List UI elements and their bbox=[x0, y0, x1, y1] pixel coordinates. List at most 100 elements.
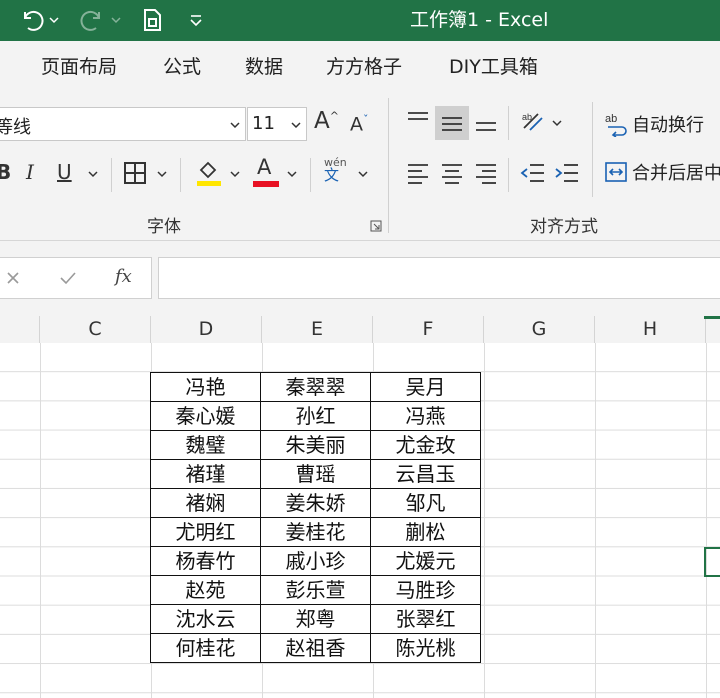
cell-f[interactable]: 陈光桃 bbox=[370, 633, 481, 663]
wrap-text-button[interactable]: ab 自动换行 bbox=[604, 110, 704, 138]
table-row: 褚娴 姜朱娇 邹凡 bbox=[150, 488, 481, 518]
cell-d[interactable]: 褚瑾 bbox=[150, 459, 261, 489]
cell-e[interactable]: 郑粤 bbox=[260, 604, 371, 634]
cell-f[interactable]: 尤媛元 bbox=[370, 546, 481, 576]
separator bbox=[111, 158, 112, 192]
tab-fangfang-gezi[interactable]: 方方格子 bbox=[326, 52, 402, 79]
cell-e[interactable]: 姜桂花 bbox=[260, 517, 371, 547]
customize-quick-access-button[interactable] bbox=[188, 6, 204, 34]
column-header-g[interactable]: G bbox=[484, 316, 595, 343]
merge-center-label: 合并后居中 bbox=[632, 163, 720, 184]
grid-line bbox=[595, 343, 596, 698]
table-row: 沈水云 郑粤 张翠红 bbox=[150, 604, 481, 634]
table-row: 魏璧 朱美丽 尤金玫 bbox=[150, 430, 481, 460]
column-header-h[interactable]: H bbox=[595, 316, 706, 343]
cell-f[interactable]: 冯燕 bbox=[370, 401, 481, 431]
cell-e[interactable]: 孙红 bbox=[260, 401, 371, 431]
align-center-icon[interactable] bbox=[440, 162, 464, 184]
active-cell-outline[interactable] bbox=[704, 547, 720, 577]
align-top-icon[interactable] bbox=[406, 110, 430, 130]
borders-icon[interactable] bbox=[123, 161, 147, 185]
separator bbox=[508, 106, 509, 140]
cell-d[interactable]: 何桂花 bbox=[150, 633, 261, 663]
selection-indicator bbox=[704, 316, 720, 319]
chevron-down-icon[interactable] bbox=[551, 117, 563, 129]
font-name-select[interactable]: 等线 bbox=[0, 107, 246, 141]
chevron-down-icon[interactable] bbox=[286, 168, 298, 180]
column-header-f[interactable]: F bbox=[373, 316, 484, 343]
font-size-select[interactable]: 11 bbox=[247, 107, 307, 141]
cell-d[interactable]: 沈水云 bbox=[150, 604, 261, 634]
insert-function-button[interactable]: fx bbox=[115, 266, 132, 287]
decrease-indent-icon[interactable] bbox=[520, 162, 546, 184]
cell-e[interactable]: 朱美丽 bbox=[260, 430, 371, 460]
cell-f[interactable]: 张翠红 bbox=[370, 604, 481, 634]
cell-f[interactable]: 马胜珍 bbox=[370, 575, 481, 605]
cell-e[interactable]: 戚小珍 bbox=[260, 546, 371, 576]
cell-e[interactable]: 姜朱娇 bbox=[260, 488, 371, 518]
orientation-icon[interactable]: ab bbox=[520, 110, 546, 134]
merge-center-button[interactable]: 合并后居中 bbox=[604, 158, 720, 186]
cell-f[interactable]: 尤金玫 bbox=[370, 430, 481, 460]
table-row: 何桂花 赵祖香 陈光桃 bbox=[150, 633, 481, 663]
chevron-down-icon[interactable] bbox=[357, 168, 369, 180]
underline-button[interactable]: U bbox=[57, 162, 72, 182]
table-row: 杨春竹 戚小珍 尤媛元 bbox=[150, 546, 481, 576]
dialog-launcher-icon[interactable] bbox=[370, 220, 382, 232]
separator bbox=[310, 158, 311, 192]
tab-page-layout[interactable]: 页面布局 bbox=[41, 52, 117, 79]
cell-f[interactable]: 邹凡 bbox=[370, 488, 481, 518]
align-bottom-icon[interactable] bbox=[474, 114, 498, 134]
chevron-down-icon bbox=[291, 122, 301, 129]
fill-color-icon[interactable] bbox=[196, 158, 222, 188]
cell-e[interactable]: 赵祖香 bbox=[260, 633, 371, 663]
cell-d[interactable]: 秦心媛 bbox=[150, 401, 261, 431]
cell-d[interactable]: 赵苑 bbox=[150, 575, 261, 605]
wrap-text-label: 自动换行 bbox=[632, 115, 704, 136]
column-header-c[interactable]: C bbox=[40, 316, 151, 343]
cell-f[interactable]: 云昌玉 bbox=[370, 459, 481, 489]
bold-button[interactable]: B bbox=[0, 162, 11, 182]
cancel-icon[interactable] bbox=[5, 270, 21, 286]
increase-indent-icon[interactable] bbox=[554, 162, 580, 184]
print-preview-button[interactable] bbox=[140, 6, 166, 34]
chevron-down-icon[interactable] bbox=[87, 168, 99, 180]
align-right-icon[interactable] bbox=[474, 162, 498, 184]
align-left-icon[interactable] bbox=[406, 162, 430, 184]
phonetic-icon[interactable]: wén 文 bbox=[324, 157, 347, 183]
chevron-down-icon[interactable] bbox=[156, 168, 168, 180]
redo-icon bbox=[80, 10, 100, 31]
cell-e[interactable]: 秦翠翠 bbox=[260, 372, 371, 402]
redo-button[interactable] bbox=[80, 6, 122, 34]
grid-line bbox=[706, 343, 707, 698]
font-color-icon[interactable]: A bbox=[257, 157, 271, 178]
formula-input[interactable] bbox=[158, 257, 720, 299]
cell-e[interactable]: 彭乐萱 bbox=[260, 575, 371, 605]
italic-button[interactable]: I bbox=[26, 162, 34, 182]
cell-d[interactable]: 尤明红 bbox=[150, 517, 261, 547]
separator bbox=[508, 158, 509, 192]
tab-diy-toolbox[interactable]: DIY工具箱 bbox=[449, 52, 538, 79]
cell-d[interactable]: 杨春竹 bbox=[150, 546, 261, 576]
column-header-d[interactable]: D bbox=[151, 316, 262, 343]
tab-data[interactable]: 数据 bbox=[245, 52, 283, 79]
cell-d[interactable]: 魏璧 bbox=[150, 430, 261, 460]
cell-d[interactable]: 褚娴 bbox=[150, 488, 261, 518]
cell-d[interactable]: 冯艳 bbox=[150, 372, 261, 402]
decrease-font-size-icon[interactable]: Aˇ bbox=[350, 114, 369, 134]
formula-buttons: fx bbox=[0, 257, 152, 299]
enter-icon[interactable] bbox=[59, 270, 77, 286]
column-header-partial[interactable] bbox=[0, 316, 40, 343]
table-row: 赵苑 彭乐萱 马胜珍 bbox=[150, 575, 481, 605]
cell-f[interactable]: 蒯松 bbox=[370, 517, 481, 547]
column-header-partial[interactable] bbox=[706, 316, 720, 343]
align-middle-button[interactable] bbox=[435, 106, 469, 140]
undo-button[interactable] bbox=[18, 6, 60, 34]
tab-formulas[interactable]: 公式 bbox=[163, 52, 201, 79]
cell-e[interactable]: 曹瑶 bbox=[260, 459, 371, 489]
column-header-e[interactable]: E bbox=[262, 316, 373, 343]
increase-font-size-icon[interactable]: A^ bbox=[314, 110, 339, 133]
chevron-down-icon[interactable] bbox=[229, 168, 241, 180]
cell-f[interactable]: 吴月 bbox=[370, 372, 481, 402]
merge-center-icon bbox=[605, 162, 627, 182]
